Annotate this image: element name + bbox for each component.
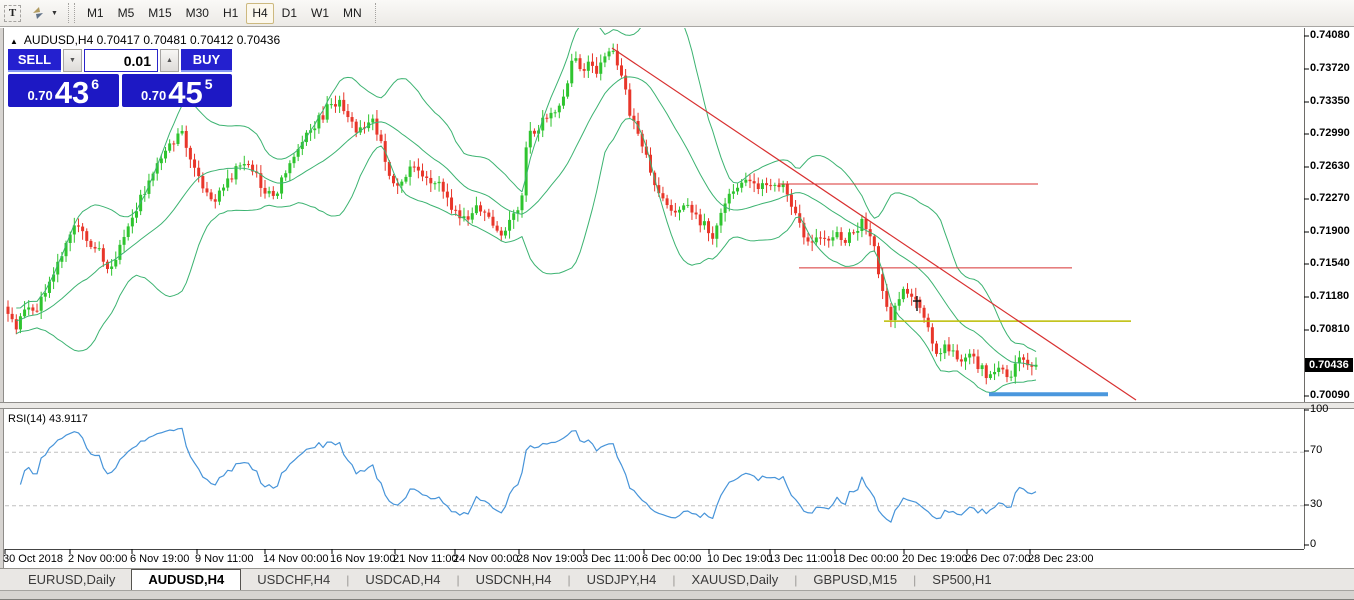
price-axis-label: 0.70810 (1310, 323, 1350, 335)
timeframe-button-W1[interactable]: W1 (305, 3, 335, 24)
timeframe-button-M1[interactable]: M1 (81, 3, 110, 24)
time-axis-label: 24 Nov 00:00 (453, 553, 519, 565)
time-axis-label: 9 Nov 11:00 (195, 553, 254, 565)
buy-price-big: 45 (168, 75, 203, 110)
volume-decrease-button[interactable]: ▼ (63, 49, 82, 72)
timeframe-button-MN[interactable]: MN (337, 3, 368, 24)
chart-tab-EURUSD-Daily[interactable]: EURUSD,Daily (12, 569, 131, 590)
chart-tab-bar: EURUSD,Daily AUDUSD,H4 USDCHF,H4 | USDCAD,H4… (0, 568, 1354, 590)
chart-tab-USDCHF-H4[interactable]: USDCHF,H4 (241, 569, 346, 590)
text-tool-icon: T (4, 4, 21, 22)
chart-tab-XAUUSD-Daily[interactable]: XAUUSD,Daily (676, 569, 795, 590)
text-tool-button[interactable]: T (0, 2, 25, 24)
time-axis-label: 26 Dec 07:00 (965, 553, 1031, 565)
volume-input[interactable] (84, 49, 158, 72)
time-axis-label: 18 Dec 00:00 (833, 553, 899, 565)
time-axis-label: 14 Nov 00:00 (263, 553, 329, 565)
toolbar-separator (374, 3, 377, 23)
time-axis-label: 3 Dec 11:00 (582, 553, 641, 565)
price-axis-label: 0.72630 (1310, 160, 1350, 172)
price-axis-label: 0.73720 (1310, 62, 1350, 74)
timeframe-button-M5[interactable]: M5 (112, 3, 141, 24)
chart-tab-SP500-H1[interactable]: SP500,H1 (916, 569, 1007, 590)
mt-terminal-window: T ▼ M1 M5 M15 M30 H1 H4 D1 W1 MN ▲ AUDUSD,H4 0.70… (0, 0, 1354, 600)
one-click-trading-panel: SELL ▼ ▲ BUY 0.70436 0.70455 (8, 49, 232, 110)
rsi-axis-label: 0 (1310, 538, 1317, 550)
timeframe-button-H1[interactable]: H1 (217, 3, 244, 24)
time-axis-label: 13 Dec 11:00 (768, 553, 833, 565)
chart-tab-AUDUSD-H4[interactable]: AUDUSD,H4 (131, 569, 242, 590)
chart-tab-GBPUSD-M15[interactable]: GBPUSD,M15 (797, 569, 913, 590)
pane-splitter[interactable] (0, 402, 1354, 409)
left-panel-edge (0, 28, 4, 568)
timeframe-button-M30[interactable]: M30 (180, 3, 215, 24)
time-axis-label: 30 Oct 2018 (3, 553, 63, 565)
price-axis-label: 0.72990 (1310, 127, 1350, 139)
time-axis-label: 6 Nov 19:00 (130, 553, 190, 565)
volume-increase-button[interactable]: ▲ (160, 49, 179, 72)
chart-tab-USDJPY-H4[interactable]: USDJPY,H4 (571, 569, 673, 590)
rsi-axis-label: 70 (1310, 444, 1323, 456)
rsi-pane (5, 427, 1304, 523)
arrows-tool-icon (33, 7, 43, 19)
timeframe-button-M15[interactable]: M15 (142, 3, 177, 24)
sell-price-display[interactable]: 0.70 43 6 (8, 74, 119, 110)
sell-price-big: 43 (54, 75, 90, 110)
buy-price-display[interactable]: 0.70 45 5 (121, 74, 232, 110)
rsi-indicator-label: RSI(14) 43.9117 (8, 413, 88, 425)
time-axis-label: 21 Nov 11:00 (393, 553, 458, 565)
time-axis-label: 20 Dec 19:00 (902, 553, 968, 565)
timeframe-button-H4[interactable]: H4 (246, 2, 274, 24)
collapse-trade-panel-icon[interactable]: ▲ (10, 37, 18, 46)
chart-symbol-header: ▲ AUDUSD,H4 0.70417 0.70481 0.70412 0.704… (10, 33, 280, 47)
time-axis-label: 6 Dec 00:00 (642, 553, 702, 565)
timeframe-button-group: M1 M5 M15 M30 H1 H4 D1 W1 MN (80, 2, 369, 24)
rsi-axis-label: 30 (1310, 498, 1323, 510)
price-axis-label: 0.71540 (1310, 257, 1350, 269)
rsi-axis-label: 100 (1310, 403, 1329, 415)
arrows-tool-button[interactable]: ▼ (25, 2, 62, 24)
time-axis-label: 16 Nov 19:00 (330, 553, 396, 565)
timeframe-button-D1[interactable]: D1 (276, 3, 303, 24)
time-axis-label: 28 Dec 23:00 (1028, 553, 1094, 565)
symbol-ohlc-text: AUDUSD,H4 0.70417 0.70481 0.70412 0.7043… (23, 33, 281, 47)
price-axis-label: 0.72270 (1310, 192, 1350, 204)
time-axis-label: 28 Nov 19:00 (517, 553, 583, 565)
time-axis-label: 2 Nov 00:00 (68, 553, 128, 565)
time-axis-label: 10 Dec 19:00 (707, 553, 773, 565)
sell-button[interactable]: SELL (8, 49, 61, 72)
chart-tab-USDCNH-H4[interactable]: USDCNH,H4 (460, 569, 568, 590)
sell-price-pip: 6 (91, 76, 100, 92)
chart-tab-USDCAD-H4[interactable]: USDCAD,H4 (349, 569, 456, 590)
chart-toolbar: T ▼ M1 M5 M15 M30 H1 H4 D1 W1 MN (0, 0, 1354, 27)
price-axis-label: 0.74080 (1310, 29, 1350, 41)
current-price-badge: 0.70436 (1305, 358, 1353, 372)
window-bottom-strip (0, 590, 1354, 599)
price-axis-label: 0.71180 (1310, 290, 1350, 302)
dropdown-caret-icon: ▼ (51, 9, 58, 17)
price-axis-label: 0.73350 (1310, 95, 1350, 107)
buy-price-prefix: 0.70 (140, 88, 167, 103)
buy-price-pip: 5 (204, 76, 213, 92)
sell-price-prefix: 0.70 (27, 88, 53, 103)
price-axis-label: 0.70090 (1310, 389, 1350, 401)
buy-button[interactable]: BUY (181, 49, 232, 72)
price-axis-label: 0.71900 (1310, 225, 1350, 237)
toolbar-separator (67, 3, 75, 23)
